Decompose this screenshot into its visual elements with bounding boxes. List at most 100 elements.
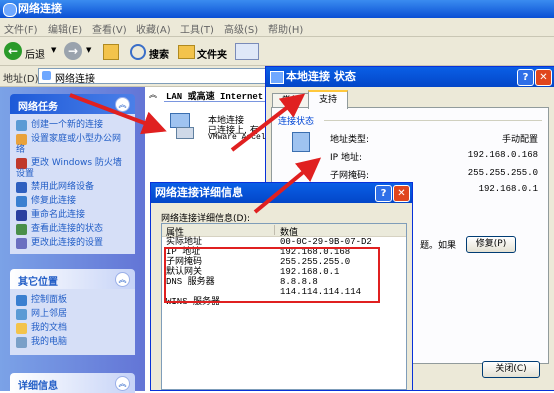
task-view-status[interactable]: 查看此连接的状态: [16, 224, 103, 235]
details-list[interactable]: 属性 数值 实际地址 00-0C-29-9B-07-D2 IP 地址 192.168…: [161, 223, 407, 390]
tab-general[interactable]: 常规: [272, 93, 310, 108]
back-arrow-icon[interactable]: ←: [4, 42, 22, 60]
close-button[interactable]: 关闭(C): [482, 361, 540, 378]
my-documents-icon: [16, 323, 27, 334]
task-label: 更改 Windows 防火墙设置: [16, 158, 122, 179]
task-rename[interactable]: 重命名此连接: [16, 210, 85, 221]
network-adapter-icon: [168, 113, 196, 139]
tab-support[interactable]: 支持: [308, 90, 348, 109]
task-label: 重命名此连接: [31, 210, 86, 220]
place-label: 控制面板: [31, 295, 68, 305]
value-cell: 00-0C-29-9B-07-D2: [280, 237, 372, 247]
group-collapse-icon[interactable]: ︽: [149, 89, 157, 100]
task-firewall[interactable]: 更改 Windows 防火墙设置: [16, 158, 128, 179]
ip-address-label: IP 地址:: [330, 153, 362, 163]
network-connection-icon: [270, 71, 284, 84]
address-type-value: 手动配置: [501, 135, 538, 145]
status-dialog-title: 本地连接 状态: [286, 70, 356, 83]
place-my-computer[interactable]: 我的电脑: [16, 337, 67, 348]
main-window-title: 网络连接: [18, 2, 62, 15]
collapse-chevron-icon[interactable]: ︽: [115, 272, 130, 287]
property-cell: 实际地址: [166, 237, 203, 247]
close-icon[interactable]: ✕: [393, 185, 410, 202]
back-dropdown-icon[interactable]: ▼: [51, 46, 56, 54]
network-connections-icon: [3, 3, 17, 17]
main-window-titlebar: 网络连接: [0, 0, 554, 18]
forward-dropdown-icon[interactable]: ▼: [86, 46, 91, 54]
table-row[interactable]: 实际地址 00-0C-29-9B-07-D2: [162, 237, 372, 247]
forward-arrow-icon[interactable]: →: [64, 42, 82, 60]
repair-note: 题。如果: [420, 241, 457, 251]
menu-bar: 文件(F) 编辑(E) 查看(V) 收藏(A) 工具(T) 高级(S) 帮助(H…: [0, 18, 554, 37]
menu-edit[interactable]: 编辑(E): [48, 21, 82, 36]
task-repair[interactable]: 修复此连接: [16, 196, 76, 207]
place-label: 我的文档: [31, 323, 68, 333]
connection-device: VMware Accel: [208, 133, 266, 142]
network-places-icon: [16, 309, 27, 320]
other-places-header[interactable]: 其它位置 ︽: [10, 269, 135, 289]
rename-icon: [16, 210, 27, 221]
help-icon[interactable]: ?: [517, 69, 534, 86]
collapse-chevron-icon[interactable]: ︽: [115, 376, 130, 391]
repair-button[interactable]: 修复(P): [466, 236, 516, 253]
task-label: 创建一个新的连接: [31, 120, 104, 130]
menu-advanced[interactable]: 高级(S): [224, 21, 258, 36]
menu-file[interactable]: 文件(F): [4, 21, 38, 36]
address-field[interactable]: 网络连接: [38, 68, 270, 85]
ip-address-value: 192.168.0.168: [467, 150, 538, 160]
address-label: 地址(D): [3, 74, 39, 85]
task-pane: 网络任务 ︽ 创建一个新的连接 设置家庭或小型办公网络 更改 Windows 防…: [0, 87, 145, 393]
highlight-box: [164, 247, 380, 303]
place-network-places[interactable]: 网上邻居: [16, 309, 67, 320]
task-disable-device[interactable]: 禁用此网络设备: [16, 182, 94, 193]
task-label: 设置家庭或小型办公网络: [16, 134, 122, 155]
network-tasks-header[interactable]: 网络任务 ︽: [10, 94, 135, 114]
toolbar: ← 后退 ▼ → ▼ 搜索 文件夹: [0, 37, 554, 66]
other-places-body: 控制面板 网上邻居 我的文档 我的电脑: [10, 289, 135, 355]
search-button-label[interactable]: 搜索: [149, 46, 169, 61]
place-control-panel[interactable]: 控制面板: [16, 295, 67, 306]
menu-view[interactable]: 查看(V): [92, 21, 127, 36]
address-type-label: 地址类型:: [330, 135, 370, 145]
firewall-icon: [16, 158, 27, 169]
views-icon[interactable]: [235, 43, 259, 60]
details-dialog-title: 网络连接详细信息: [155, 186, 243, 199]
disable-device-icon: [16, 182, 27, 193]
task-label: 修复此连接: [31, 196, 77, 206]
collapse-chevron-icon[interactable]: ︽: [115, 97, 130, 112]
close-icon[interactable]: ✕: [535, 69, 552, 86]
up-folder-icon[interactable]: [103, 44, 119, 60]
status-icon: [16, 224, 27, 235]
details-header[interactable]: 详细信息 ︽: [10, 373, 135, 393]
folders-icon[interactable]: [178, 45, 195, 59]
section-divider: [324, 120, 542, 121]
gateway-value: 192.168.0.1: [478, 184, 538, 194]
details-dialog: 网络连接详细信息 ? ✕ 网络连接详细信息(D): 属性 数值 实际地址 00-0…: [150, 182, 413, 391]
other-places-title: 其它位置: [18, 277, 58, 288]
menu-favorites[interactable]: 收藏(A): [136, 21, 171, 36]
menu-tools[interactable]: 工具(T): [180, 21, 214, 36]
search-icon[interactable]: [130, 44, 146, 60]
task-create-connection[interactable]: 创建一个新的连接: [16, 120, 103, 131]
task-home-network[interactable]: 设置家庭或小型办公网络: [16, 134, 128, 155]
place-label: 我的电脑: [31, 337, 68, 347]
settings-icon: [16, 238, 27, 249]
my-computer-icon: [16, 337, 27, 348]
task-label: 查看此连接的状态: [31, 224, 104, 234]
address-value: 网络连接: [55, 74, 95, 85]
section-title: 连接状态: [278, 117, 315, 127]
home-network-icon: [16, 134, 27, 145]
control-panel-icon: [16, 295, 27, 306]
network-tasks-title: 网络任务: [18, 102, 58, 113]
task-change-settings[interactable]: 更改此连接的设置: [16, 238, 103, 249]
network-status-icon: [292, 132, 310, 152]
place-my-documents[interactable]: 我的文档: [16, 323, 67, 334]
details-dialog-titlebar: 网络连接详细信息 ? ✕: [151, 183, 412, 203]
folders-button-label[interactable]: 文件夹: [197, 46, 227, 61]
subnet-mask-label: 子网掩码:: [330, 171, 370, 181]
network-tasks-body: 创建一个新的连接 设置家庭或小型办公网络 更改 Windows 防火墙设置 禁用…: [10, 114, 135, 254]
back-button-label[interactable]: 后退: [25, 46, 45, 61]
help-icon[interactable]: ?: [375, 185, 392, 202]
menu-help[interactable]: 帮助(H): [268, 21, 303, 36]
local-connection-item[interactable]: 本地连接 已连接上, 有 VMware Accel: [168, 109, 278, 149]
